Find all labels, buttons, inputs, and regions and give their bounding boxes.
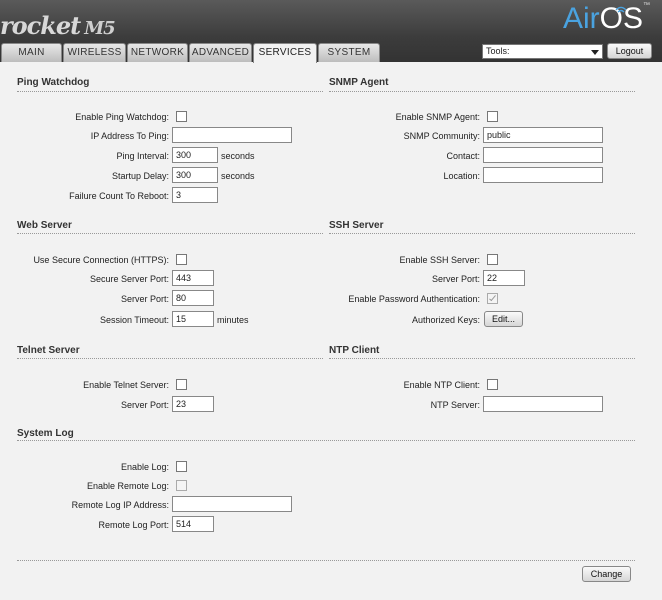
enable-ping-watchdog-checkbox[interactable] [176, 111, 187, 122]
snmp-agent-title: SNMP Agent [329, 77, 389, 88]
enable-snmp-label: Enable SNMP Agent: [395, 112, 480, 122]
header-bar: rocket M5 AirOS™ MAIN WIRELESS NETWORK AD… [0, 0, 662, 63]
section-divider [17, 440, 635, 441]
enable-ssh-checkbox[interactable] [487, 254, 498, 265]
section-divider [17, 91, 323, 92]
secure-port-label: Secure Server Port: [89, 274, 169, 284]
location-label: Location: [443, 171, 480, 181]
startup-delay-label: Startup Delay: [111, 171, 169, 181]
authorized-keys-label: Authorized Keys: [411, 315, 480, 325]
chevron-down-icon [591, 50, 599, 55]
ping-interval-input[interactable]: 300 [172, 147, 218, 163]
snmp-community-input[interactable]: public [483, 127, 603, 143]
ssh-server-title: SSH Server [329, 220, 384, 231]
enable-remote-log-label: Enable Remote Log: [86, 481, 169, 491]
https-label: Use Secure Connection (HTTPS): [33, 255, 169, 265]
section-divider [329, 358, 635, 359]
ssh-port-input[interactable]: 22 [483, 270, 525, 286]
failure-count-input[interactable]: 3 [172, 187, 218, 203]
session-timeout-input[interactable]: 15 [172, 311, 214, 327]
password-auth-checkbox[interactable] [487, 293, 498, 304]
ping-interval-label: Ping Interval: [116, 151, 169, 161]
ip-to-ping-label: IP Address To Ping: [90, 131, 169, 141]
ntp-server-input[interactable] [483, 396, 603, 412]
tab-services[interactable]: SERVICES [253, 43, 317, 63]
enable-ssh-label: Enable SSH Server: [399, 255, 480, 265]
telnet-server-title: Telnet Server [17, 345, 80, 356]
enable-snmp-checkbox[interactable] [487, 111, 498, 122]
ntp-client-title: NTP Client [329, 345, 380, 356]
secure-port-input[interactable]: 443 [172, 270, 214, 286]
enable-log-label: Enable Log: [120, 462, 169, 472]
section-divider [329, 91, 635, 92]
contact-label: Contact: [446, 151, 480, 161]
snmp-community-label: SNMP Community: [403, 131, 480, 141]
section-divider [329, 233, 635, 234]
telnet-port-label: Server Port: [120, 400, 169, 410]
contact-input[interactable] [483, 147, 603, 163]
system-log-title: System Log [17, 428, 74, 439]
edit-keys-button[interactable]: Edit... [484, 311, 523, 327]
tab-main[interactable]: MAIN [1, 43, 62, 62]
tab-advanced[interactable]: ADVANCED [189, 43, 252, 62]
ssh-port-label: Server Port: [431, 274, 480, 284]
web-server-title: Web Server [17, 220, 72, 231]
startup-delay-unit: seconds [221, 171, 255, 181]
section-divider [17, 358, 323, 359]
telnet-port-input[interactable]: 23 [172, 396, 214, 412]
enable-log-checkbox[interactable] [176, 461, 187, 472]
web-server-port-label: Server Port: [120, 294, 169, 304]
ntp-server-label: NTP Server: [430, 400, 480, 410]
tab-system[interactable]: SYSTEM [318, 43, 380, 62]
enable-ping-watchdog-label: Enable Ping Watchdog: [75, 112, 169, 122]
change-button[interactable]: Change [582, 566, 631, 582]
enable-ntp-label: Enable NTP Client: [403, 380, 480, 390]
section-divider [17, 233, 323, 234]
remote-log-ip-input[interactable] [172, 496, 292, 512]
session-timeout-label: Session Timeout: [99, 315, 169, 325]
session-timeout-unit: minutes [217, 315, 249, 325]
remote-log-ip-label: Remote Log IP Address: [71, 500, 169, 510]
enable-ntp-checkbox[interactable] [487, 379, 498, 390]
enable-remote-log-checkbox[interactable] [176, 480, 187, 491]
enable-telnet-checkbox[interactable] [176, 379, 187, 390]
password-auth-label: Enable Password Authentication: [348, 294, 480, 304]
tab-wireless[interactable]: WIRELESS [63, 43, 126, 62]
ping-watchdog-title: Ping Watchdog [17, 77, 90, 88]
wifi-icon [615, 6, 627, 13]
ping-interval-unit: seconds [221, 151, 255, 161]
location-input[interactable] [483, 167, 603, 183]
remote-log-port-label: Remote Log Port: [98, 520, 169, 530]
tab-network[interactable]: NETWORK [127, 43, 188, 62]
failure-count-label: Failure Count To Reboot: [69, 191, 169, 201]
logout-button[interactable]: Logout [607, 43, 652, 59]
footer-divider [17, 560, 635, 561]
web-server-port-input[interactable]: 80 [172, 290, 214, 306]
enable-telnet-label: Enable Telnet Server: [83, 380, 169, 390]
https-checkbox[interactable] [176, 254, 187, 265]
ip-to-ping-input[interactable] [172, 127, 292, 143]
remote-log-port-input[interactable]: 514 [172, 516, 214, 532]
startup-delay-input[interactable]: 300 [172, 167, 218, 183]
device-logo: rocket M5 [0, 11, 116, 40]
airos-logo: AirOS™ [563, 2, 651, 35]
tools-dropdown[interactable]: Tools: [482, 44, 603, 59]
